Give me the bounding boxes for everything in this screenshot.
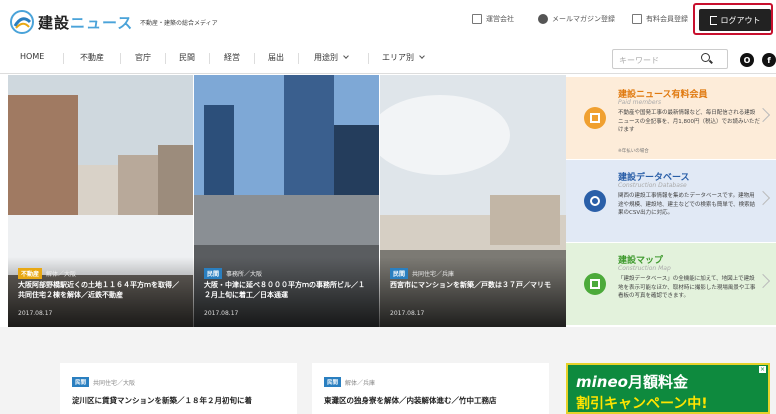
category-badge: 民間 <box>204 268 223 279</box>
hero-date: 2017.08.17 <box>18 310 53 317</box>
map-shape <box>590 279 600 289</box>
nav-item-home[interactable]: HOME <box>20 52 44 61</box>
close-icon[interactable]: × <box>759 366 766 373</box>
news-card-1[interactable]: 民間 共同住宅／大阪 淀川区に賃貸マンションを新築／１８年２月初旬に着 <box>60 363 297 414</box>
search-input[interactable]: キーワード <box>612 49 728 69</box>
card-description: 「建設データベース」の全機能に加えて、地図上で建設地を表示可能なほか、取材時に撮… <box>618 276 756 300</box>
building-icon <box>472 14 482 24</box>
nav-divider <box>120 53 121 64</box>
document-shape <box>590 113 600 123</box>
nav-item-government[interactable]: 官庁 <box>135 52 151 63</box>
site-header: 建設ニュース 不動産・建築の総合メディア 運営会社 メールマガジン登録 有料会員… <box>0 0 776 42</box>
nav-item-by-use[interactable]: 用途別 <box>314 52 349 63</box>
database-icon <box>584 190 606 212</box>
news-title: 東灘区の独身寮を解体／内装解体進む／竹中工務店 <box>324 396 497 405</box>
nav-divider <box>298 53 299 64</box>
nav-label: エリア別 <box>382 53 414 62</box>
card-note: ※年払いの場合 <box>618 149 649 154</box>
card-subtitle: Construction Database <box>618 182 687 189</box>
ad-brand: mineo <box>576 373 628 391</box>
nav-divider <box>254 53 255 64</box>
category-badge: 民間 <box>72 377 90 387</box>
mail-icon <box>538 14 548 24</box>
nav-divider <box>63 53 64 64</box>
hero-category: 解体／大阪 <box>46 271 77 278</box>
document-icon <box>584 107 606 129</box>
ad-headline: mineo月額料金 <box>576 371 688 392</box>
news-category: 解体／兵庫 <box>345 379 376 387</box>
nav-item-management[interactable]: 経営 <box>224 52 240 63</box>
ad-subline: 割引キャンペーン中! <box>576 396 708 412</box>
nav-item-private[interactable]: 民間 <box>179 52 195 63</box>
hero-meta: 民間 事務所／大阪 <box>204 268 262 279</box>
nav-label: 用途別 <box>314 53 338 62</box>
news-category: 共同住宅／大阪 <box>93 379 136 387</box>
card-subtitle: Paid members <box>618 99 662 106</box>
logo-mark-icon <box>10 10 34 34</box>
category-badge: 民間 <box>390 268 409 279</box>
nav-divider <box>165 53 166 64</box>
hero-category: 共同住宅／兵庫 <box>412 271 455 278</box>
category-badge: 不動産 <box>18 268 43 279</box>
nav-divider <box>368 53 369 64</box>
logout-label: ログアウト <box>720 15 761 25</box>
card-description: 関西の建設工事情報を集めたデータベースです。建物用途や規模、建設地、建主などでの… <box>618 193 756 217</box>
hero-meta: 不動産 解体／大阪 <box>18 268 76 279</box>
category-badge: 民間 <box>324 377 342 387</box>
util-link-membership[interactable]: 有料会員登録 <box>632 11 688 27</box>
nav-item-by-area[interactable]: エリア別 <box>382 52 425 63</box>
hero-category: 事務所／大阪 <box>226 271 263 278</box>
hero-title: 大阪阿部野橋駅近くの土地１１６４平方ｍを取得／共同住宅２棟を解体／近鉄不動産 <box>18 281 179 300</box>
site-tagline: 不動産・建築の総合メディア <box>140 20 218 27</box>
news-title: 淀川区に賃貸マンションを新築／１８年２月初旬に着 <box>72 396 252 405</box>
hero-article-2[interactable]: 民間 事務所／大阪 大阪・中津に延べ８０００平方ｍの事務所ビル／１２月上旬に着工… <box>194 75 380 327</box>
util-link-label: 運営会社 <box>486 15 514 23</box>
main-nav: HOME 不動産 官庁 民間 経営 届出 用途別 エリア別 キーワード O f <box>0 44 776 74</box>
social-icon[interactable]: O <box>740 53 754 67</box>
nav-item-filings[interactable]: 届出 <box>268 52 284 63</box>
logo-text-main: 建設 <box>38 14 71 32</box>
nav-item-realestate[interactable]: 不動産 <box>80 52 104 63</box>
news-meta: 民間 解体／兵庫 <box>324 377 375 387</box>
chevron-down-icon <box>343 53 349 59</box>
hero-article-3[interactable]: 民間 共同住宅／兵庫 西宮市にマンションを新築／戸数は３７戸／マリモ 2017.… <box>380 75 566 327</box>
hero-date: 2017.08.17 <box>204 310 239 317</box>
logout-button[interactable]: ログアウト <box>699 9 771 31</box>
logout-highlight: ログアウト <box>693 3 773 35</box>
util-link-label: メールマガジン登録 <box>552 15 615 23</box>
nav-divider <box>209 53 210 64</box>
hero-meta: 民間 共同住宅／兵庫 <box>390 268 454 279</box>
database-shape <box>590 196 600 206</box>
facebook-icon[interactable]: f <box>762 53 776 67</box>
site-logo[interactable]: 建設ニュース <box>38 12 133 33</box>
logo-text-accent: ニュース <box>70 14 134 32</box>
search-icon[interactable] <box>701 53 710 62</box>
card-subtitle: Construction Map <box>618 265 671 272</box>
logout-icon <box>709 15 717 25</box>
chevron-down-icon <box>419 53 425 59</box>
util-link-company[interactable]: 運営会社 <box>472 11 514 27</box>
ad-line1: 月額料金 <box>627 373 688 391</box>
news-meta: 民間 共同住宅／大阪 <box>72 377 135 387</box>
util-link-label: 有料会員登録 <box>646 15 688 23</box>
hero-title: 大阪・中津に延べ８０００平方ｍの事務所ビル／１２月上旬に着工／日本通運 <box>204 281 365 300</box>
hero-date: 2017.08.17 <box>390 310 425 317</box>
hero-article-1[interactable]: 不動産 解体／大阪 大阪阿部野橋駅近くの土地１１６４平方ｍを取得／共同住宅２棟を… <box>8 75 194 327</box>
paid-members-card[interactable]: 建設ニュース有料会員 Paid members 不動産や国発工事の最新情報など、… <box>566 77 776 159</box>
news-card-2[interactable]: 民間 解体／兵庫 東灘区の独身寮を解体／内装解体進む／竹中工務店 <box>312 363 549 414</box>
mineo-ad-banner[interactable]: mineo月額料金 割引キャンペーン中! × <box>566 363 770 414</box>
hero-title: 西宮市にマンションを新築／戸数は３７戸／マリモ <box>390 281 551 289</box>
map-card[interactable]: 建設マップ Construction Map 「建設データベース」の全機能に加え… <box>566 243 776 325</box>
database-card[interactable]: 建設データベース Construction Database 関西の建設工事情報… <box>566 160 776 242</box>
map-icon <box>584 273 606 295</box>
card-description: 不動産や国発工事の最新情報など、毎日配信される建設ニュースの全記事を、月1,80… <box>618 110 760 134</box>
util-link-newsletter[interactable]: メールマガジン登録 <box>538 11 615 27</box>
member-card-icon <box>632 14 642 24</box>
